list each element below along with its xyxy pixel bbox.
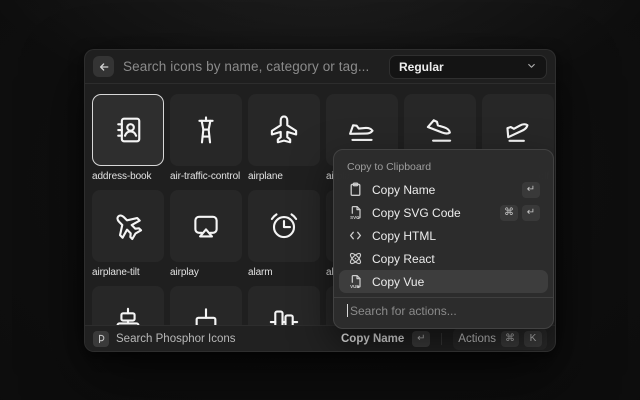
chevron-down-icon [526, 58, 537, 76]
icon-tile-alarm[interactable] [248, 190, 320, 262]
icon-tile-airplane-tilt[interactable] [92, 190, 164, 262]
icon-cell-align-center-horizontal-simple[interactable]: align-center-horizontal-simple [170, 286, 242, 325]
airplane-icon [267, 113, 301, 147]
return-key-badge: ↵ [412, 331, 430, 347]
code-icon [347, 228, 363, 244]
menu-item-copy-html[interactable]: Copy HTML [339, 224, 548, 247]
footer-app-name: Search Phosphor Icons [116, 333, 236, 345]
svg-text:SVG: SVG [350, 215, 360, 220]
k-key-badge: K [524, 331, 542, 347]
menu-item-label: Copy Vue [372, 275, 424, 289]
icon-label: airplane-tilt [92, 267, 164, 278]
actions-menu: Copy to Clipboard Copy Name ↵ SVG Copy S… [333, 149, 554, 329]
airplane-takeoff-icon [501, 113, 535, 147]
atom-icon [347, 251, 363, 267]
file-vue-icon: VUE [347, 274, 363, 290]
return-key-badge: ↵ [522, 182, 540, 198]
back-button[interactable] [93, 56, 114, 77]
icon-label: alarm [248, 267, 320, 278]
menu-item-label: Copy Name [372, 183, 435, 197]
airplane-landing-icon [423, 113, 457, 147]
menu-item-copy-name[interactable]: Copy Name ↵ [339, 178, 548, 201]
icon-label: air-traffic-control [170, 171, 242, 182]
footer-divider [441, 333, 442, 345]
airplane-in-flight-icon [345, 113, 379, 147]
text-caret [347, 304, 348, 317]
arrow-left-icon [98, 61, 110, 73]
icon-cell-align-center-horizontal[interactable]: align-center-horizontal [92, 286, 164, 325]
menu-section-title: Copy to Clipboard [339, 155, 548, 178]
weight-dropdown[interactable]: Regular [389, 55, 547, 79]
phosphor-search-window: Search icons by name, category or tag...… [84, 49, 556, 352]
align-center-horizontal-icon [111, 305, 145, 325]
icon-cell-airplane[interactable]: airplane [248, 94, 320, 190]
menu-item-label: Copy React [372, 252, 435, 266]
menu-item-label: Copy SVG Code [372, 206, 461, 220]
icon-tile-airplay[interactable] [170, 190, 242, 262]
alarm-icon [267, 209, 301, 243]
footer-actions-label: Actions [458, 333, 496, 345]
icon-cell-airplane-tilt[interactable]: airplane-tilt [92, 190, 164, 286]
icon-tile-align-center-vertical[interactable] [248, 286, 320, 325]
footer-primary-action[interactable]: Copy Name [341, 333, 404, 345]
icon-tile-airplane[interactable] [248, 94, 320, 166]
air-traffic-control-icon [189, 113, 223, 147]
header: Search icons by name, category or tag...… [85, 50, 555, 83]
icon-cell-align-center-vertical[interactable]: align-center-vertical [248, 286, 320, 325]
footer-actions-button[interactable]: Actions ⌘ K [453, 328, 547, 350]
menu-item-copy-react[interactable]: Copy React [339, 247, 548, 270]
svg-text:VUE: VUE [350, 284, 359, 289]
address-book-icon [111, 113, 145, 147]
menu-item-label: Copy HTML [372, 229, 436, 243]
align-center-vertical-icon [267, 305, 301, 325]
actions-search-input[interactable]: Search for actions... [339, 298, 548, 323]
command-key-badge: ⌘ [501, 331, 519, 347]
file-svg-icon: SVG [347, 205, 363, 221]
icon-cell-address-book[interactable]: address-book [92, 94, 164, 190]
menu-item-copy-svg-code[interactable]: SVG Copy SVG Code ⌘ ↵ [339, 201, 548, 224]
return-key-badge: ↵ [522, 205, 540, 221]
icon-label: airplane [248, 171, 320, 182]
icon-label: address-book [92, 171, 164, 182]
icon-cell-air-traffic-control[interactable]: air-traffic-control [170, 94, 242, 190]
command-key-badge: ⌘ [500, 205, 518, 221]
icon-tile-address-book[interactable] [92, 94, 164, 166]
icon-cell-alarm[interactable]: alarm [248, 190, 320, 286]
actions-search-placeholder: Search for actions... [350, 304, 457, 318]
weight-dropdown-value: Regular [399, 60, 444, 74]
clipboard-icon [347, 182, 363, 198]
search-input[interactable]: Search icons by name, category or tag... [123, 59, 380, 74]
menu-item-copy-vue[interactable]: VUE Copy Vue [339, 270, 548, 293]
icon-tile-align-center-horizontal[interactable] [92, 286, 164, 325]
align-center-horizontal-simple-icon [189, 305, 223, 325]
airplay-icon [189, 209, 223, 243]
icon-tile-align-center-horizontal-simple[interactable] [170, 286, 242, 325]
icon-tile-air-traffic-control[interactable] [170, 94, 242, 166]
icon-cell-airplay[interactable]: airplay [170, 190, 242, 286]
phosphor-logo-icon [93, 331, 109, 347]
airplane-tilt-icon [111, 209, 145, 243]
icon-label: airplay [170, 267, 242, 278]
